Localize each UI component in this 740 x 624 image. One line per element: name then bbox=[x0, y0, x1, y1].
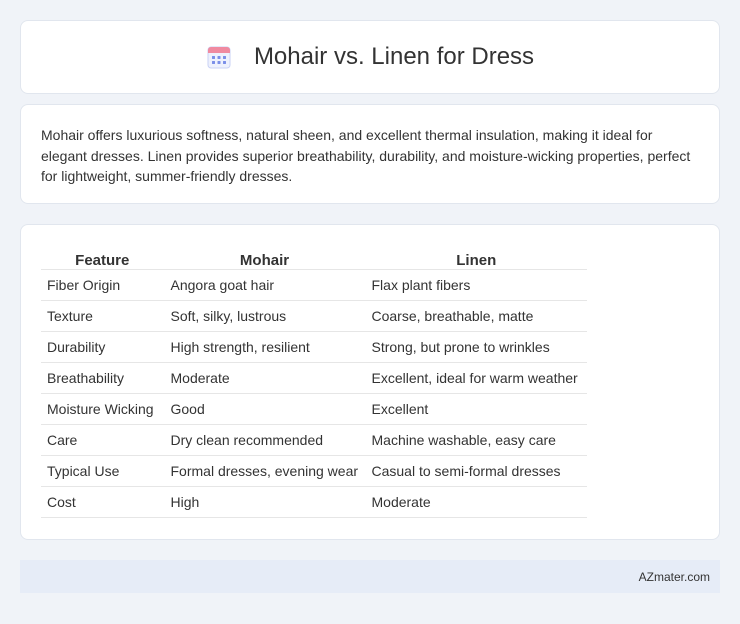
calendar-icon bbox=[207, 46, 231, 69]
table-row: Typical Use Formal dresses, evening wear… bbox=[41, 455, 587, 487]
table-row: Moisture Wicking Good Excellent bbox=[41, 393, 587, 425]
page-title: Mohair vs. Linen for Dress bbox=[253, 43, 535, 70]
mohair-cell: Soft, silky, lustrous bbox=[163, 300, 365, 332]
mohair-cell: High strength, resilient bbox=[163, 331, 365, 363]
linen-cell: Coarse, breathable, matte bbox=[364, 300, 587, 332]
table-row: Breathability Moderate Excellent, ideal … bbox=[41, 362, 587, 394]
linen-cell: Flax plant fibers bbox=[364, 269, 587, 301]
linen-cell: Moderate bbox=[364, 486, 587, 518]
feature-cell: Cost bbox=[41, 486, 164, 518]
table-row: Durability High strength, resilient Stro… bbox=[41, 331, 587, 363]
table-header-row: Feature Mohair Linen bbox=[41, 247, 587, 270]
column-header-linen: Linen bbox=[364, 247, 587, 270]
mohair-cell: Formal dresses, evening wear bbox=[163, 455, 365, 487]
feature-cell: Care bbox=[41, 424, 164, 456]
mohair-cell: Good bbox=[163, 393, 365, 425]
feature-cell: Texture bbox=[41, 300, 164, 332]
feature-cell: Moisture Wicking bbox=[41, 393, 164, 425]
intro-card: Mohair offers luxurious softness, natura… bbox=[20, 104, 720, 204]
title-row: Mohair vs. Linen for Dress bbox=[206, 43, 534, 71]
feature-cell: Durability bbox=[41, 331, 164, 363]
mohair-cell: Moderate bbox=[163, 362, 365, 394]
column-header-mohair: Mohair bbox=[163, 247, 365, 270]
table-row: Care Dry clean recommended Machine washa… bbox=[41, 424, 587, 456]
table-row: Cost High Moderate bbox=[41, 486, 587, 518]
feature-cell: Typical Use bbox=[41, 455, 164, 487]
linen-cell: Casual to semi-formal dresses bbox=[364, 455, 587, 487]
linen-cell: Machine washable, easy care bbox=[364, 424, 587, 456]
table-row: Fiber Origin Angora goat hair Flax plant… bbox=[41, 269, 587, 301]
feature-cell: Breathability bbox=[41, 362, 164, 394]
mohair-cell: Dry clean recommended bbox=[163, 424, 365, 456]
title-card: Mohair vs. Linen for Dress bbox=[20, 20, 720, 94]
linen-cell: Excellent, ideal for warm weather bbox=[364, 362, 587, 394]
feature-cell: Fiber Origin bbox=[41, 269, 164, 301]
linen-cell: Excellent bbox=[364, 393, 587, 425]
intro-paragraph: Mohair offers luxurious softness, natura… bbox=[41, 127, 691, 184]
footer: AZmater.com bbox=[20, 560, 720, 593]
linen-cell: Strong, but prone to wrinkles bbox=[364, 331, 587, 363]
column-header-feature: Feature bbox=[41, 247, 164, 270]
footer-brand: AZmater.com bbox=[638, 569, 710, 584]
comparison-table: Feature Mohair Linen Fiber Origin Angora… bbox=[41, 247, 587, 518]
comparison-card: Feature Mohair Linen Fiber Origin Angora… bbox=[20, 224, 720, 540]
table-row: Texture Soft, silky, lustrous Coarse, br… bbox=[41, 300, 587, 332]
mohair-cell: High bbox=[163, 486, 365, 518]
mohair-cell: Angora goat hair bbox=[163, 269, 365, 301]
